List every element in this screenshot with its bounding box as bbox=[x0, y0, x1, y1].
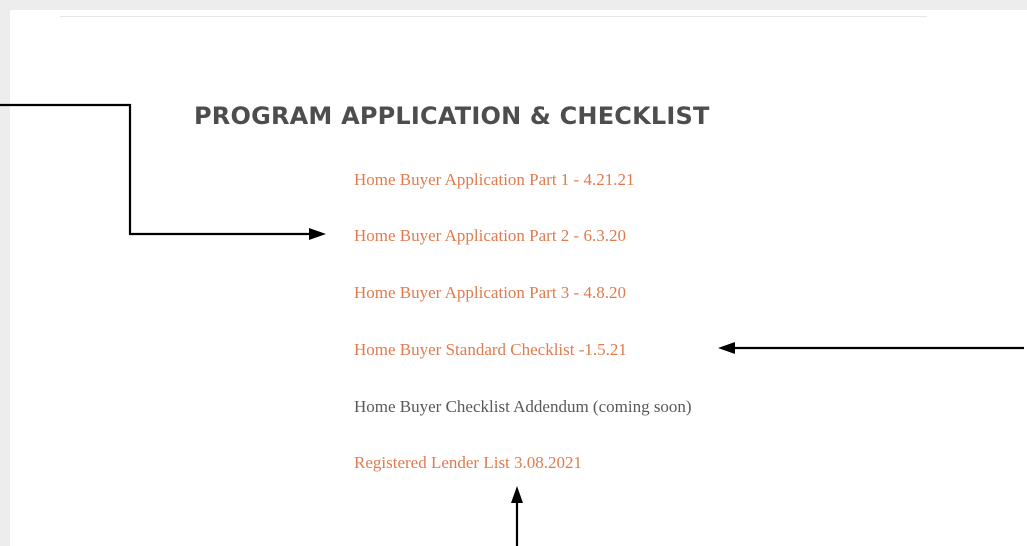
checklist-addendum-text: Home Buyer Checklist Addendum (coming so… bbox=[354, 397, 692, 416]
header-divider bbox=[60, 16, 927, 17]
link-application-part-1[interactable]: Home Buyer Application Part 1 - 4.21.21 bbox=[354, 170, 634, 190]
link-application-part-2[interactable]: Home Buyer Application Part 2 - 6.3.20 bbox=[354, 226, 626, 246]
section-title: PROGRAM APPLICATION & CHECKLIST bbox=[194, 102, 710, 130]
link-standard-checklist[interactable]: Home Buyer Standard Checklist -1.5.21 bbox=[354, 340, 627, 360]
page-content: PROGRAM APPLICATION & CHECKLIST Home Buy… bbox=[10, 10, 1027, 546]
link-application-part-3[interactable]: Home Buyer Application Part 3 - 4.8.20 bbox=[354, 283, 626, 303]
link-registered-lender-list[interactable]: Registered Lender List 3.08.2021 bbox=[354, 453, 582, 473]
